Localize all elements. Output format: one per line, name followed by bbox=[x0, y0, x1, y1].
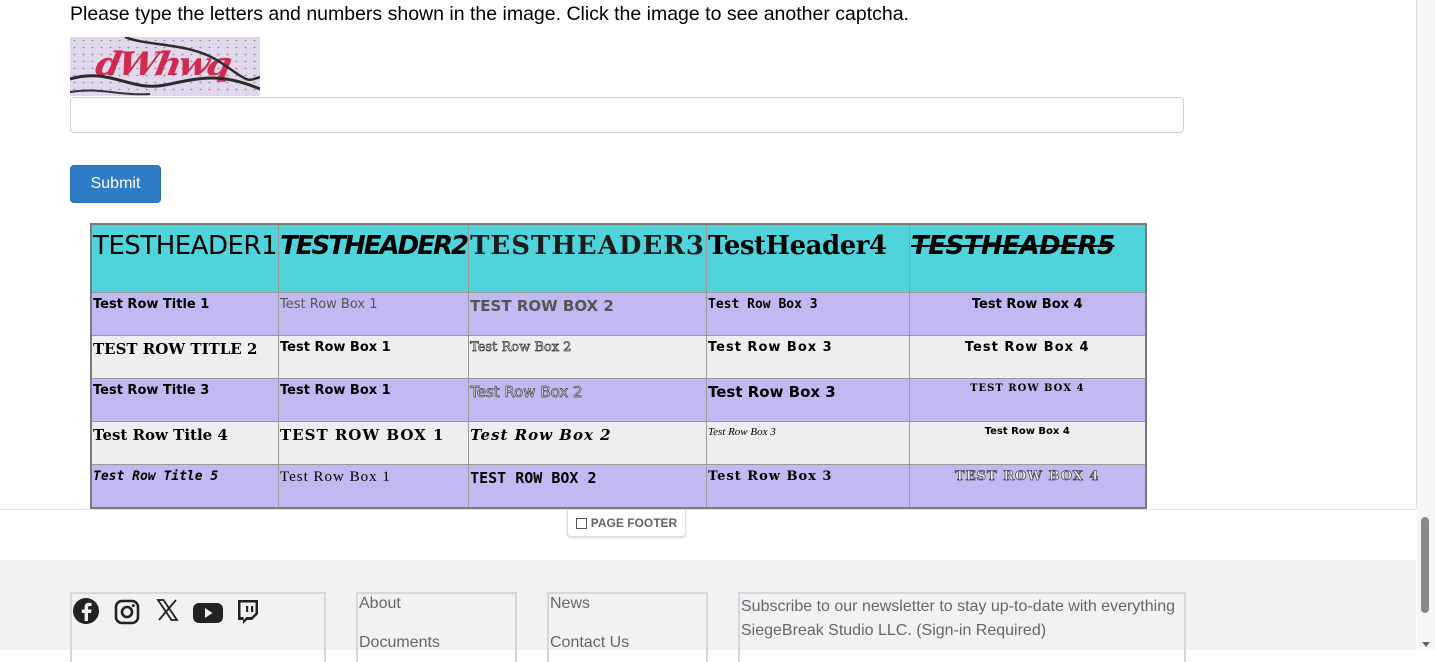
table-cell: Test Row Box 3 bbox=[706, 421, 910, 465]
x-icon[interactable] bbox=[152, 596, 184, 626]
captcha-prompt: Please type the letters and numbers show… bbox=[70, 3, 909, 25]
table-cell: Test Row Box 3 bbox=[706, 378, 910, 422]
footer-link-contact-us[interactable]: Contact Us bbox=[550, 633, 706, 653]
page-footer-tag[interactable]: PAGE FOOTER bbox=[567, 510, 686, 537]
captcha-input[interactable] bbox=[70, 97, 1184, 133]
scroll-down-arrow-icon[interactable] bbox=[1422, 642, 1430, 647]
table-row: Test Row Title 4 TEST ROW BOX 1 Test Row… bbox=[90, 421, 1146, 465]
youtube-icon[interactable] bbox=[192, 596, 224, 626]
table-cell: Test Row Box 3 bbox=[706, 292, 910, 336]
table-cell: Test Row Box 4 bbox=[909, 421, 1146, 465]
table-cell: Test Row Box 1 bbox=[278, 292, 470, 336]
test-table: TESTHEADER1 TESTHEADER2 TESTHEADER3 Test… bbox=[90, 223, 1147, 509]
table-cell: Test Row Box 1 bbox=[278, 335, 470, 379]
table-cell: Test Row Box 3 bbox=[706, 335, 910, 379]
table-cell: Test Row Title 5 bbox=[90, 464, 280, 509]
vertical-scrollbar[interactable] bbox=[1417, 0, 1435, 650]
page-footer-label: PAGE FOOTER bbox=[590, 516, 678, 530]
footer-links-column-2: News Contact Us bbox=[547, 592, 708, 662]
captcha-image[interactable]: dWhwq bbox=[70, 37, 260, 96]
site-footer: About Documents News Contact Us Subscrib… bbox=[0, 560, 1416, 662]
footer-link-about[interactable]: About bbox=[359, 594, 515, 614]
footer-link-documents[interactable]: Documents bbox=[359, 633, 515, 653]
table-cell: Test Row Box 1 bbox=[278, 464, 470, 509]
table-cell: Test Row Title 4 bbox=[90, 421, 280, 465]
table-cell: Test Row Box 4 bbox=[909, 335, 1146, 379]
table-cell: TEST ROW BOX 4 bbox=[909, 464, 1146, 509]
table-cell: TEST ROW BOX 1 bbox=[278, 421, 470, 465]
table-header-5: TESTHEADER5 bbox=[909, 223, 1146, 293]
table-cell: TEST ROW BOX 2 bbox=[468, 464, 707, 509]
checkbox-icon bbox=[575, 517, 587, 529]
table-row: Test Row Title 1 Test Row Box 1 TEST ROW… bbox=[90, 292, 1146, 336]
newsletter-text: Subscribe to our newsletter to stay up-t… bbox=[741, 598, 1175, 639]
table-header-3: TESTHEADER3 bbox=[468, 223, 707, 293]
table-cell: Test Row Box 1 bbox=[278, 378, 470, 422]
table-header-row: TESTHEADER1 TESTHEADER2 TESTHEADER3 Test… bbox=[90, 223, 1146, 293]
footer-social-column bbox=[70, 592, 326, 662]
table-header-2: TESTHEADER2 bbox=[278, 223, 470, 293]
footer-link-news[interactable]: News bbox=[550, 594, 706, 614]
table-cell: Test Row Title 3 bbox=[90, 378, 280, 422]
table-cell: TEST ROW BOX 4 bbox=[909, 378, 1146, 422]
captcha-lines bbox=[70, 37, 260, 96]
social-icons bbox=[72, 596, 264, 626]
table-cell: Test Row Title 1 bbox=[90, 292, 280, 336]
footer-links-column-1: About Documents bbox=[356, 592, 517, 662]
page-divider bbox=[0, 509, 1416, 510]
instagram-icon[interactable] bbox=[112, 596, 144, 626]
table-cell: TEST ROW TITLE 2 bbox=[90, 335, 280, 379]
table-row: TEST ROW TITLE 2 Test Row Box 1 Test Row… bbox=[90, 335, 1146, 379]
footer-newsletter-column: Subscribe to our newsletter to stay up-t… bbox=[738, 592, 1186, 662]
table-row: Test Row Title 3 Test Row Box 1 Test Row… bbox=[90, 378, 1146, 422]
table-header-1: TESTHEADER1 bbox=[90, 223, 280, 293]
table-cell: Test Row Box 4 bbox=[909, 292, 1146, 336]
scrollbar-thumb[interactable] bbox=[1421, 517, 1429, 613]
table-cell: Test Row Box 2 bbox=[468, 335, 707, 379]
facebook-icon[interactable] bbox=[72, 596, 104, 626]
table-cell: Test Row Box 2 bbox=[468, 378, 707, 422]
twitch-icon[interactable] bbox=[232, 596, 264, 626]
table-cell: Test Row Box 3 bbox=[706, 464, 910, 509]
submit-button[interactable]: Submit bbox=[70, 165, 161, 203]
table-header-4: TestHeader4 bbox=[706, 223, 910, 293]
table-cell: TEST ROW BOX 2 bbox=[468, 292, 707, 336]
table-cell: Test Row Box 2 bbox=[468, 421, 707, 465]
main-content: Please type the letters and numbers show… bbox=[0, 0, 1417, 509]
table-row: Test Row Title 5 Test Row Box 1 TEST ROW… bbox=[90, 464, 1146, 509]
